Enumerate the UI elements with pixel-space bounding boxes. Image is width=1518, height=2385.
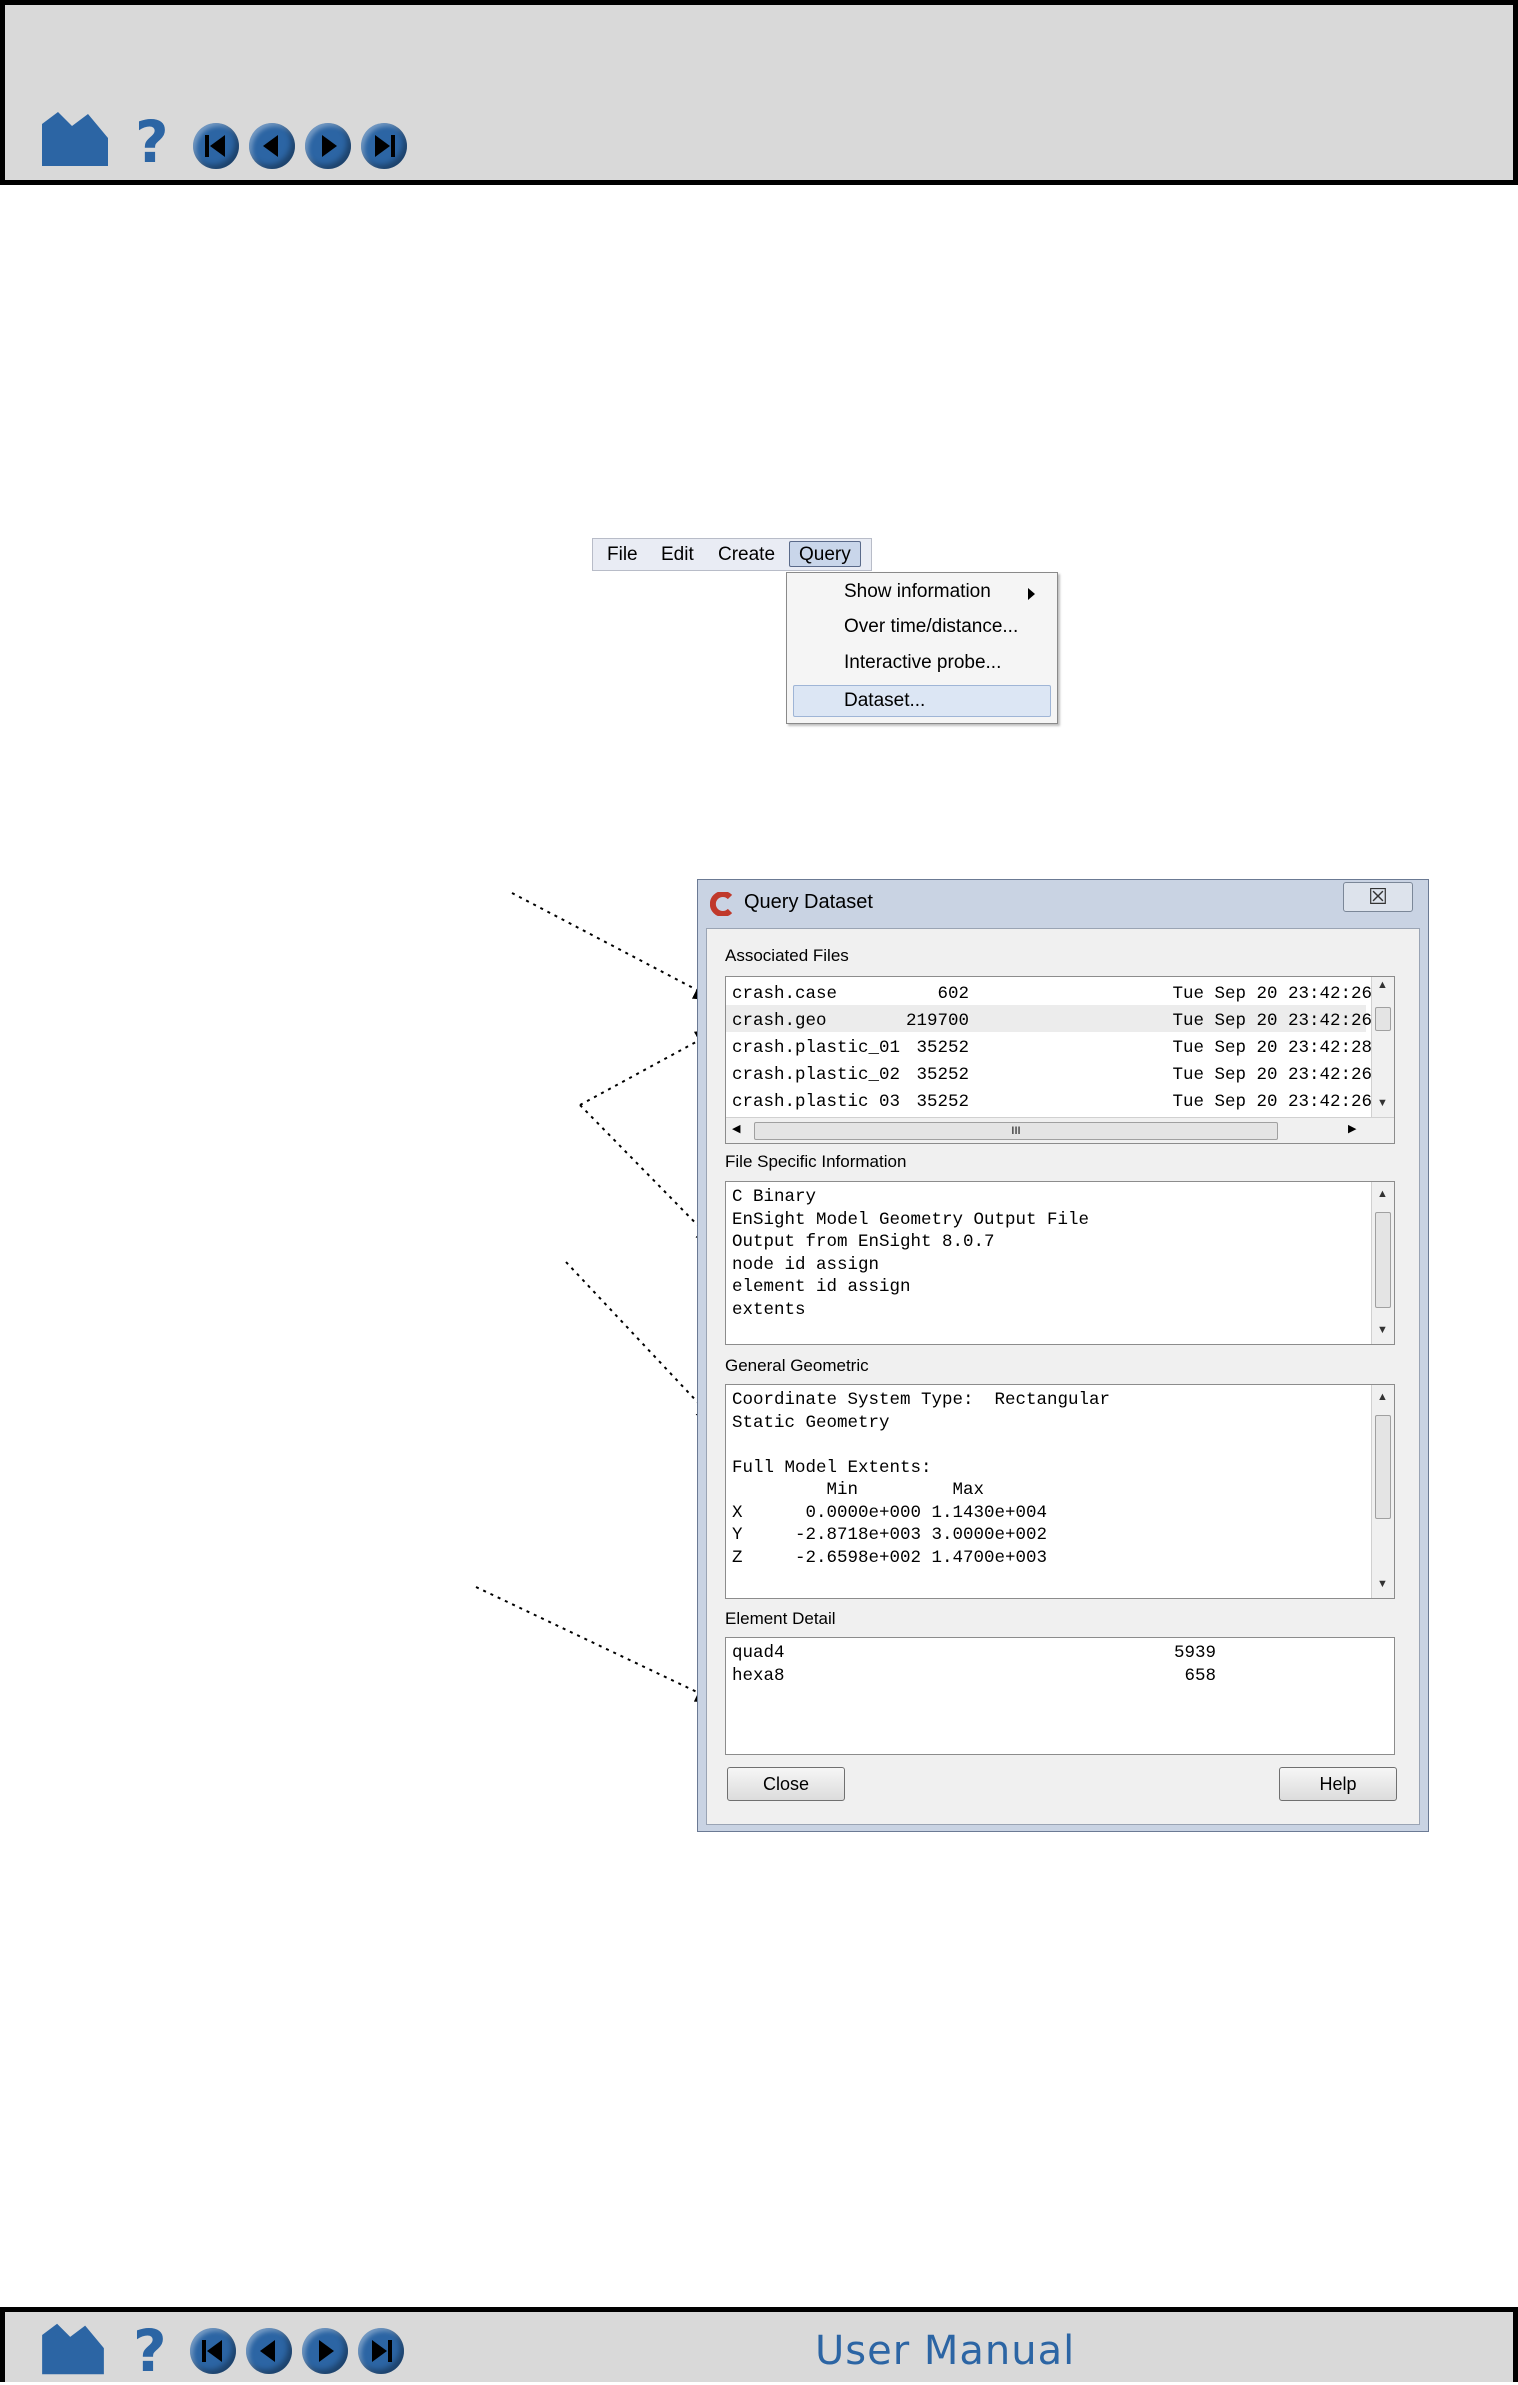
text-line: Full Model Extents: [732,1457,932,1478]
element-detail-list[interactable]: quad4 5939 hexa8 658 [725,1637,1395,1755]
file-name-cell: crash.plastic_02 [732,1065,901,1085]
general-geometric-label: General Geometric [725,1356,869,1375]
file-specific-label: File Specific Information [725,1152,907,1171]
file-name-cell: crash.plastic 03 [732,1092,901,1112]
file-size-cell: 35252 [916,1038,969,1058]
text-line: extents [732,1299,806,1320]
element-count: 5939 [1173,1643,1216,1663]
file-specific-text[interactable]: C Binary EnSight Model Geometry Output Fi… [725,1181,1395,1345]
file-info-scrollbar[interactable]: ▲ ▼ [1371,1182,1394,1344]
h-scroll-thumb[interactable]: III [754,1122,1278,1140]
file-size-cell: 219700 [905,1011,969,1031]
help-icon[interactable]: ? [133,2322,167,2380]
text-line: element id assign [732,1277,911,1297]
general-geometric-text[interactable]: Coordinate System Type: Rectangular Stati… [725,1384,1395,1599]
dialog-title: Query Dataset [744,891,873,913]
file-size-cell: 35252 [916,1092,969,1112]
h-scroll-grip: III [1011,1125,1021,1137]
help-button[interactable]: Help [1279,1767,1397,1801]
next-page-icon[interactable] [302,2328,348,2374]
query-dataset-dialog: Query Dataset ☒ Associated Files crash.c… [697,879,1429,1832]
file-date-cell: Tue Sep 20 23:42:28 [1172,1038,1372,1058]
files-horizontal-scrollbar[interactable]: ◀ III ▶ [726,1117,1394,1143]
file-date-cell: Tue Sep 20 23:42:26 [1172,1092,1372,1112]
file-size-cell: 602 [937,984,969,1004]
callout-arrow-element-detail [475,1586,720,1703]
close-button[interactable]: Close [727,1767,845,1801]
close-icon[interactable]: ☒ [1343,882,1413,912]
scroll-down-icon[interactable]: ▼ [1377,1578,1388,1590]
scroll-left-icon[interactable]: ◀ [732,1122,740,1135]
footer-title: User Manual [815,2328,1076,2374]
text-line: Coordinate System Type: Rectangular [732,1390,1111,1410]
file-name-cell: crash.plastic_01 [732,1038,901,1058]
element-detail-label: Element Detail [725,1609,836,1628]
file-date-cell: Tue Sep 20 23:42:26 [1172,1011,1372,1031]
associated-files-label: Associated Files [725,946,849,965]
text-line: X 0.0000e+000 1.1430e+004 [732,1502,1048,1523]
element-type: hexa8 [732,1665,785,1686]
scroll-up-icon[interactable]: ▲ [1377,979,1388,991]
first-page-icon[interactable] [190,2328,236,2374]
home-icon[interactable] [38,2320,108,2378]
list-item: quad4 5939 [726,1642,1394,1664]
geometric-scrollbar[interactable]: ▲ ▼ [1371,1385,1394,1598]
scroll-thumb[interactable] [1375,1212,1391,1308]
element-type: quad4 [732,1643,785,1663]
text-line: EnSight Model Geometry Output File [732,1209,1090,1230]
list-item: hexa8 658 [726,1665,1394,1687]
text-line: Z -2.6598e+002 1.4700e+003 [732,1547,1048,1568]
scroll-up-icon[interactable]: ▲ [1377,1188,1388,1200]
scroll-thumb[interactable] [1375,1007,1391,1031]
last-page-icon[interactable] [358,2328,404,2374]
previous-page-icon[interactable] [246,2328,292,2374]
text-line: Output from EnSight 8.0.7 [732,1232,995,1252]
files-vertical-scrollbar[interactable]: ▲ ▼ [1371,977,1394,1117]
dialog-body: Associated Files crash.case 602 Tue Sep 20… [706,928,1420,1825]
scroll-down-icon[interactable]: ▼ [1377,1097,1388,1109]
text-line: Y -2.8718e+003 3.0000e+002 [732,1525,1048,1545]
scroll-up-icon[interactable]: ▲ [1377,1391,1388,1403]
associated-files-list[interactable]: crash.case 602 Tue Sep 20 23:42:26 crash.ge… [725,976,1395,1144]
footer-bar: ? User Manual [0,2307,1518,2382]
app-logo-icon [710,892,733,916]
callout-arrow-geometric [565,1261,720,1426]
text-line: C Binary [732,1187,817,1207]
file-date-cell: Tue Sep 20 23:42:26 [1172,984,1372,1004]
callout-arrow-case-file [511,892,718,1001]
text-line: node id assign [732,1254,880,1275]
file-size-cell: 35252 [916,1065,969,1085]
text-line: Static Geometry [732,1412,890,1433]
element-count: 658 [1184,1665,1216,1686]
text-line: Min Max [732,1480,985,1500]
scroll-down-icon[interactable]: ▼ [1377,1324,1388,1336]
scroll-right-icon[interactable]: ▶ [1348,1122,1356,1135]
file-date-cell: Tue Sep 20 23:42:26 [1172,1065,1372,1085]
scroll-thumb[interactable] [1375,1415,1391,1519]
file-name-cell: crash.geo [732,1011,827,1031]
file-name-cell: crash.case [732,984,838,1004]
